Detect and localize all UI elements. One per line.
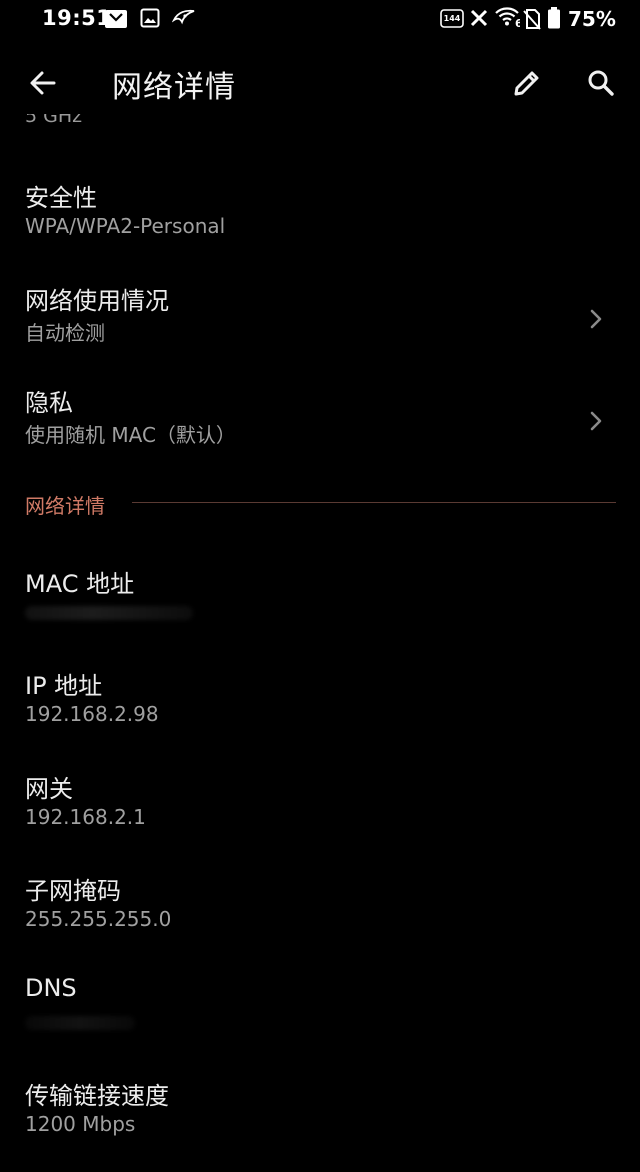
subnet-mask-value: 255.255.255.0 — [25, 907, 172, 931]
network-usage-row[interactable]: 网络使用情况 自动检测 — [0, 281, 640, 377]
pencil-icon — [514, 71, 539, 96]
back-button[interactable] — [22, 62, 64, 104]
ip-address-row: IP 地址 192.168.2.98 — [0, 666, 640, 762]
section-label: 网络详情 — [25, 494, 105, 518]
gateway-title: 网关 — [25, 775, 73, 803]
mail-icon — [105, 10, 127, 28]
x-icon — [470, 9, 488, 27]
security-title: 安全性 — [25, 184, 97, 212]
mac-address-redacted — [25, 606, 193, 620]
status-time: 19:51 — [42, 6, 112, 30]
gateway-value: 192.168.2.1 — [25, 805, 146, 829]
arrow-back-icon — [30, 71, 56, 95]
dns-redacted — [25, 1016, 135, 1030]
subnet-mask-row: 子网掩码 255.255.255.0 — [0, 871, 640, 967]
frequency-value-clipped: 5 GHz — [25, 114, 225, 132]
chevron-right-icon — [590, 411, 602, 431]
svg-text:6: 6 — [515, 17, 520, 29]
image-icon — [140, 8, 160, 28]
chevron-right-icon — [590, 309, 602, 329]
privacy-value: 使用随机 MAC（默认） — [25, 423, 236, 447]
security-row: 安全性 WPA/WPA2-Personal — [0, 178, 640, 274]
dns-title: DNS — [25, 974, 77, 1002]
ip-address-value: 192.168.2.98 — [25, 702, 159, 726]
frequency-value: 5 GHz — [25, 114, 83, 127]
dns-row: DNS — [0, 974, 640, 1070]
search-icon — [588, 70, 614, 96]
link-speed-row: 传输链接速度 1200 Mbps — [0, 1076, 640, 1172]
refresh-rate-144hz-icon: 144 — [440, 9, 464, 28]
page-title: 网络详情 — [112, 70, 236, 105]
edit-button[interactable] — [506, 62, 548, 104]
status-bar: 19:51 144 6 75% — [0, 0, 640, 40]
wifi-6-icon: 6 — [495, 7, 520, 29]
app-bar: 网络详情 — [0, 50, 640, 116]
network-usage-title: 网络使用情况 — [25, 287, 169, 315]
gateway-row: 网关 192.168.2.1 — [0, 769, 640, 865]
search-button[interactable] — [580, 62, 622, 104]
privacy-row[interactable]: 隐私 使用随机 MAC（默认） — [0, 383, 640, 479]
ip-address-title: IP 地址 — [25, 672, 103, 700]
section-divider — [132, 502, 616, 503]
mac-address-title: MAC 地址 — [25, 570, 135, 598]
battery-percentage: 75% — [568, 7, 616, 31]
security-value: WPA/WPA2-Personal — [25, 214, 226, 238]
network-usage-value: 自动检测 — [25, 321, 105, 345]
section-header: 网络详情 — [0, 488, 640, 520]
privacy-title: 隐私 — [25, 389, 73, 417]
link-speed-title: 传输链接速度 — [25, 1082, 169, 1110]
subnet-mask-title: 子网掩码 — [25, 877, 121, 905]
svg-text:144: 144 — [444, 14, 461, 23]
mac-address-row: MAC 地址 — [0, 564, 640, 660]
no-sim-icon — [523, 9, 541, 30]
battery-icon — [548, 7, 560, 29]
link-speed-value: 1200 Mbps — [25, 1112, 136, 1136]
rog-logo-icon — [172, 9, 195, 25]
